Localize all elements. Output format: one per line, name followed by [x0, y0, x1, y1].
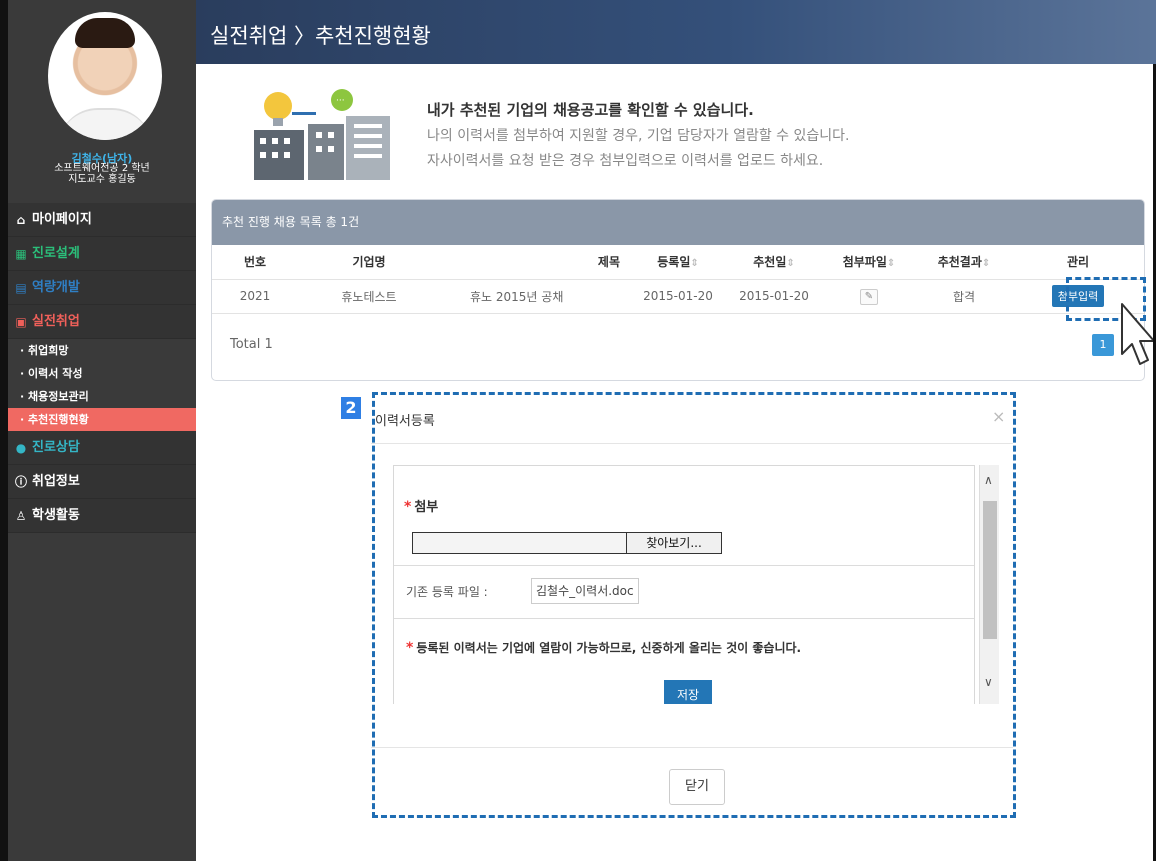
total-count: Total 1: [230, 337, 273, 352]
app-window: 김철수(남자) 소프트웨어전공 2 학년 지도교수 홍길동 ⌂ 마이페이지 ▦ …: [0, 0, 1156, 861]
buildings-illustration: ···: [254, 89, 390, 180]
intro-line-2: 자사이력서를 요청 받은 경우 첨부입력으로 이력서를 업로드 하세요.: [427, 153, 824, 169]
cell-rec-date: 2015-01-20: [726, 279, 822, 314]
avatar: [48, 12, 162, 140]
people-icon: ♙: [15, 508, 27, 523]
col-attachment-label: 첨부파일: [842, 255, 887, 270]
sidebar-item-student-activity[interactable]: ♙ 학생활동: [8, 499, 196, 533]
home-icon: ⌂: [16, 212, 26, 227]
cell-attachment: ✎: [822, 279, 916, 314]
col-rec-date[interactable]: 추천일⇕: [726, 245, 822, 280]
recommend-table: 번호 기업명 제목 등록일⇕ 추천일⇕ 첨부파일⇕ 추천결과⇕ 관리 2021 …: [212, 245, 1144, 314]
sidebar-item-label: 진로설계: [32, 245, 80, 261]
chat-icon: ●: [15, 440, 27, 455]
pagination-page-1[interactable]: 1: [1092, 334, 1114, 356]
sort-icon: ⇕: [786, 258, 795, 270]
sort-icon: ⇕: [981, 258, 991, 270]
avatar-shirt: [58, 108, 152, 140]
sidebar-item-label: 학생활동: [32, 507, 80, 523]
sidebar-sub-recruit-info[interactable]: · 채용정보관리: [8, 385, 196, 408]
sidebar-item-label: 마이페이지: [32, 211, 92, 227]
callout-number: 2: [341, 397, 361, 419]
sidebar-item-label: 실전취업: [32, 313, 80, 329]
panel-header: 추천 진행 채용 목록 총 1건: [212, 200, 1144, 245]
briefcase-icon: ▣: [15, 314, 27, 329]
col-attachment[interactable]: 첨부파일⇕: [822, 245, 916, 280]
profile-dept: 소프트웨어전공 2 학년: [54, 163, 150, 174]
col-no: 번호: [212, 245, 298, 280]
cell-reg-date: 2015-01-20: [630, 279, 726, 314]
svg-text:···: ···: [336, 96, 345, 106]
sort-icon: ⇕: [886, 258, 896, 270]
profile-card: 김철수(남자) 소프트웨어전공 2 학년 지도교수 홍길동: [8, 0, 196, 203]
mouse-pointer-icon: [1121, 303, 1155, 365]
sidebar: 김철수(남자) 소프트웨어전공 2 학년 지도교수 홍길동 ⌂ 마이페이지 ▦ …: [8, 0, 196, 861]
col-result[interactable]: 추천결과⇕: [916, 245, 1012, 280]
col-reg-date[interactable]: 등록일⇕: [630, 245, 726, 280]
col-result-label: 추천결과: [937, 255, 982, 270]
sidebar-item-job[interactable]: ▣ 실전취업: [8, 305, 196, 339]
sort-icon: ⇕: [690, 258, 699, 270]
sidebar-item-counsel[interactable]: ● 진로상담: [8, 431, 196, 465]
cell-title[interactable]: 휴노 2015년 공채: [440, 279, 630, 314]
callout-highlight-modal: [372, 392, 1016, 818]
cell-company: 휴노테스트: [298, 279, 440, 314]
recommend-list-panel: 추천 진행 채용 목록 총 1건 번호 기업명 제목 등록일⇕ 추천일⇕ 첨부파…: [211, 199, 1145, 381]
sidebar-nav: ⌂ 마이페이지 ▦ 진로설계 ▤ 역량개발 ▣ 실전취업 · 취업희망 · 이력…: [8, 203, 196, 533]
intro-title: 내가 추천된 기업의 채용공고를 확인할 수 있습니다.: [427, 101, 754, 119]
table-row: 2021 휴노테스트 휴노 2015년 공채 2015-01-20 2015-0…: [212, 279, 1144, 314]
profile-advisor: 지도교수 홍길동: [68, 174, 136, 185]
sidebar-item-label: 진로상담: [32, 439, 80, 455]
avatar-hair: [75, 18, 135, 48]
page-title: 실전취업 〉추천진행현황: [210, 24, 431, 48]
col-reg-date-label: 등록일: [657, 255, 691, 270]
sidebar-sub-resume[interactable]: · 이력서 작성: [8, 362, 196, 385]
compass-icon: ▦: [15, 246, 27, 261]
frame-border-left: [0, 0, 8, 861]
sidebar-item-label: 취업정보: [32, 473, 80, 489]
sidebar-item-skill-dev[interactable]: ▤ 역량개발: [8, 271, 196, 305]
sidebar-item-label: 역량개발: [32, 279, 80, 295]
col-rec-date-label: 추천일: [753, 255, 787, 270]
table-header-row: 번호 기업명 제목 등록일⇕ 추천일⇕ 첨부파일⇕ 추천결과⇕ 관리: [212, 245, 1144, 280]
col-title: 제목: [440, 245, 630, 280]
chart-icon: ▤: [15, 280, 27, 295]
cell-no: 2021: [212, 279, 298, 314]
page-header: 실전취업 〉추천진행현황: [196, 0, 1156, 64]
paperclip-icon[interactable]: ✎: [860, 288, 878, 305]
cell-result: 합격: [916, 279, 1012, 314]
col-company: 기업명: [298, 245, 440, 280]
intro-line-1: 나의 이력서를 첨부하여 지원할 경우, 기업 담당자가 열람할 수 있습니다.: [427, 128, 850, 144]
info-icon: ⓘ: [14, 474, 27, 489]
sidebar-item-job-info[interactable]: ⓘ 취업정보: [8, 465, 196, 499]
col-manage: 관리: [1012, 245, 1144, 280]
sidebar-item-mypage[interactable]: ⌂ 마이페이지: [8, 203, 196, 237]
sidebar-item-career-design[interactable]: ▦ 진로설계: [8, 237, 196, 271]
sidebar-sub-job-wish[interactable]: · 취업희망: [8, 339, 196, 362]
sidebar-sub-recommend-status[interactable]: · 추천진행현황: [8, 408, 196, 431]
